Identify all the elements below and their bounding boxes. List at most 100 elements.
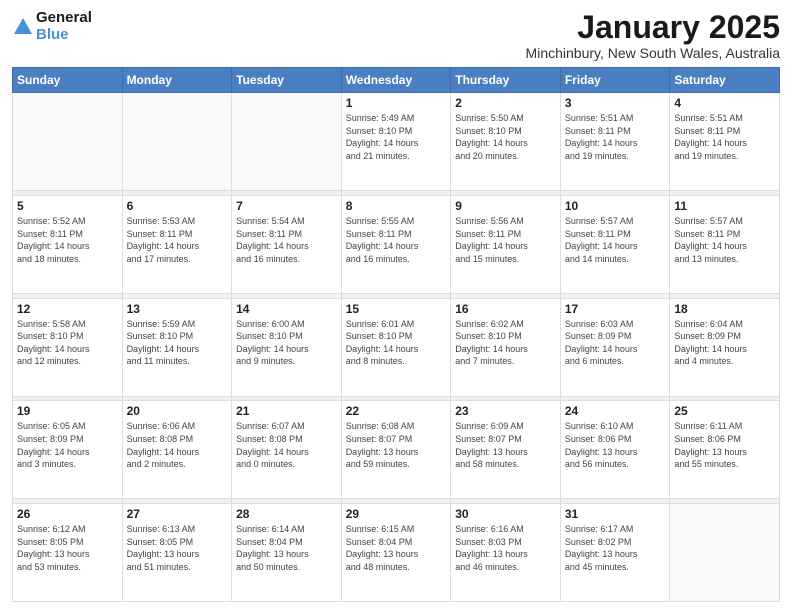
day-number: 30 <box>455 507 556 521</box>
calendar-week-row: 5 Sunrise: 5:52 AM Sunset: 8:11 PM Daylig… <box>13 195 780 293</box>
day-info: Sunrise: 5:55 AM Sunset: 8:11 PM Dayligh… <box>346 215 447 265</box>
table-row <box>122 93 232 191</box>
calendar-table: Sunday Monday Tuesday Wednesday Thursday… <box>12 67 780 602</box>
table-row: 31 Sunrise: 6:17 AM Sunset: 8:02 PM Dayli… <box>560 504 670 602</box>
table-row: 19 Sunrise: 6:05 AM Sunset: 8:09 PM Dayli… <box>13 401 123 499</box>
day-number: 21 <box>236 404 337 418</box>
day-info: Sunrise: 6:12 AM Sunset: 8:05 PM Dayligh… <box>17 523 118 573</box>
logo-line1: General <box>36 10 92 27</box>
day-number: 29 <box>346 507 447 521</box>
day-info: Sunrise: 6:02 AM Sunset: 8:10 PM Dayligh… <box>455 318 556 368</box>
day-info: Sunrise: 6:07 AM Sunset: 8:08 PM Dayligh… <box>236 420 337 470</box>
col-tuesday: Tuesday <box>232 68 342 93</box>
table-row: 14Sunrise: 6:00 AM Sunset: 8:10 PM Dayli… <box>232 298 342 396</box>
day-number: 12 <box>17 302 118 316</box>
day-number: 9 <box>455 199 556 213</box>
calendar-header-row: Sunday Monday Tuesday Wednesday Thursday… <box>13 68 780 93</box>
day-info: Sunrise: 6:00 AM Sunset: 8:10 PM Dayligh… <box>236 318 337 368</box>
day-info: Sunrise: 5:49 AM Sunset: 8:10 PM Dayligh… <box>346 112 447 162</box>
table-row: 26 Sunrise: 6:12 AM Sunset: 8:05 PM Dayli… <box>13 504 123 602</box>
logo-text: General Blue <box>36 10 92 43</box>
day-info: Sunrise: 6:17 AM Sunset: 8:02 PM Dayligh… <box>565 523 666 573</box>
col-wednesday: Wednesday <box>341 68 451 93</box>
day-number: 18 <box>674 302 775 316</box>
day-info: Sunrise: 5:54 AM Sunset: 8:11 PM Dayligh… <box>236 215 337 265</box>
table-row: 13 Sunrise: 5:59 AM Sunset: 8:10 PM Dayli… <box>122 298 232 396</box>
day-number: 28 <box>236 507 337 521</box>
day-number: 5 <box>17 199 118 213</box>
day-number: 17 <box>565 302 666 316</box>
day-info: Sunrise: 5:51 AM Sunset: 8:11 PM Dayligh… <box>565 112 666 162</box>
table-row <box>670 504 780 602</box>
day-info: Sunrise: 6:16 AM Sunset: 8:03 PM Dayligh… <box>455 523 556 573</box>
logo: General Blue <box>12 10 92 43</box>
table-row <box>13 93 123 191</box>
table-row: 23 Sunrise: 6:09 AM Sunset: 8:07 PM Dayli… <box>451 401 561 499</box>
day-info: Sunrise: 6:09 AM Sunset: 8:07 PM Dayligh… <box>455 420 556 470</box>
col-sunday: Sunday <box>13 68 123 93</box>
table-row: 22 Sunrise: 6:08 AM Sunset: 8:07 PM Dayli… <box>341 401 451 499</box>
day-number: 2 <box>455 96 556 110</box>
day-number: 24 <box>565 404 666 418</box>
day-info: Sunrise: 6:15 AM Sunset: 8:04 PM Dayligh… <box>346 523 447 573</box>
table-row: 6 Sunrise: 5:53 AM Sunset: 8:11 PM Daylig… <box>122 195 232 293</box>
title-block: January 2025 Minchinbury, New South Wale… <box>526 10 780 61</box>
calendar-week-row: 12Sunrise: 5:58 AM Sunset: 8:10 PM Dayli… <box>13 298 780 396</box>
day-number: 22 <box>346 404 447 418</box>
day-number: 25 <box>674 404 775 418</box>
day-number: 10 <box>565 199 666 213</box>
table-row: 11Sunrise: 5:57 AM Sunset: 8:11 PM Dayli… <box>670 195 780 293</box>
day-number: 6 <box>127 199 228 213</box>
day-info: Sunrise: 6:06 AM Sunset: 8:08 PM Dayligh… <box>127 420 228 470</box>
header: General Blue January 2025 Minchinbury, N… <box>12 10 780 61</box>
table-row: 3 Sunrise: 5:51 AM Sunset: 8:11 PM Daylig… <box>560 93 670 191</box>
table-row: 12Sunrise: 5:58 AM Sunset: 8:10 PM Dayli… <box>13 298 123 396</box>
table-row: 16Sunrise: 6:02 AM Sunset: 8:10 PM Dayli… <box>451 298 561 396</box>
day-info: Sunrise: 5:59 AM Sunset: 8:10 PM Dayligh… <box>127 318 228 368</box>
col-saturday: Saturday <box>670 68 780 93</box>
subtitle: Minchinbury, New South Wales, Australia <box>526 45 780 61</box>
day-number: 31 <box>565 507 666 521</box>
day-number: 13 <box>127 302 228 316</box>
table-row: 1 Sunrise: 5:49 AM Sunset: 8:10 PM Daylig… <box>341 93 451 191</box>
table-row: 2Sunrise: 5:50 AM Sunset: 8:10 PM Daylig… <box>451 93 561 191</box>
table-row: 15 Sunrise: 6:01 AM Sunset: 8:10 PM Dayli… <box>341 298 451 396</box>
day-info: Sunrise: 6:08 AM Sunset: 8:07 PM Dayligh… <box>346 420 447 470</box>
table-row: 24 Sunrise: 6:10 AM Sunset: 8:06 PM Dayli… <box>560 401 670 499</box>
table-row: 10 Sunrise: 5:57 AM Sunset: 8:11 PM Dayli… <box>560 195 670 293</box>
table-row: 27Sunrise: 6:13 AM Sunset: 8:05 PM Dayli… <box>122 504 232 602</box>
day-number: 7 <box>236 199 337 213</box>
day-number: 1 <box>346 96 447 110</box>
day-info: Sunrise: 5:52 AM Sunset: 8:11 PM Dayligh… <box>17 215 118 265</box>
logo-container: General Blue <box>12 10 92 43</box>
calendar-week-row: 26 Sunrise: 6:12 AM Sunset: 8:05 PM Dayli… <box>13 504 780 602</box>
day-number: 3 <box>565 96 666 110</box>
day-number: 8 <box>346 199 447 213</box>
page: General Blue January 2025 Minchinbury, N… <box>0 0 792 612</box>
day-number: 19 <box>17 404 118 418</box>
day-number: 11 <box>674 199 775 213</box>
day-info: Sunrise: 5:51 AM Sunset: 8:11 PM Dayligh… <box>674 112 775 162</box>
table-row: 7 Sunrise: 5:54 AM Sunset: 8:11 PM Daylig… <box>232 195 342 293</box>
day-number: 20 <box>127 404 228 418</box>
day-info: Sunrise: 6:13 AM Sunset: 8:05 PM Dayligh… <box>127 523 228 573</box>
logo-line2: Blue <box>36 27 92 44</box>
day-info: Sunrise: 6:05 AM Sunset: 8:09 PM Dayligh… <box>17 420 118 470</box>
day-info: Sunrise: 6:10 AM Sunset: 8:06 PM Dayligh… <box>565 420 666 470</box>
table-row: 4 Sunrise: 5:51 AM Sunset: 8:11 PM Daylig… <box>670 93 780 191</box>
main-title: January 2025 <box>526 10 780 45</box>
day-info: Sunrise: 6:01 AM Sunset: 8:10 PM Dayligh… <box>346 318 447 368</box>
day-number: 4 <box>674 96 775 110</box>
table-row: 21 Sunrise: 6:07 AM Sunset: 8:08 PM Dayli… <box>232 401 342 499</box>
day-info: Sunrise: 5:53 AM Sunset: 8:11 PM Dayligh… <box>127 215 228 265</box>
day-number: 23 <box>455 404 556 418</box>
day-info: Sunrise: 5:57 AM Sunset: 8:11 PM Dayligh… <box>565 215 666 265</box>
table-row: 30 Sunrise: 6:16 AM Sunset: 8:03 PM Dayli… <box>451 504 561 602</box>
table-row: 28Sunrise: 6:14 AM Sunset: 8:04 PM Dayli… <box>232 504 342 602</box>
col-friday: Friday <box>560 68 670 93</box>
day-number: 15 <box>346 302 447 316</box>
day-number: 26 <box>17 507 118 521</box>
col-thursday: Thursday <box>451 68 561 93</box>
table-row: 20 Sunrise: 6:06 AM Sunset: 8:08 PM Dayli… <box>122 401 232 499</box>
table-row: 25Sunrise: 6:11 AM Sunset: 8:06 PM Dayli… <box>670 401 780 499</box>
